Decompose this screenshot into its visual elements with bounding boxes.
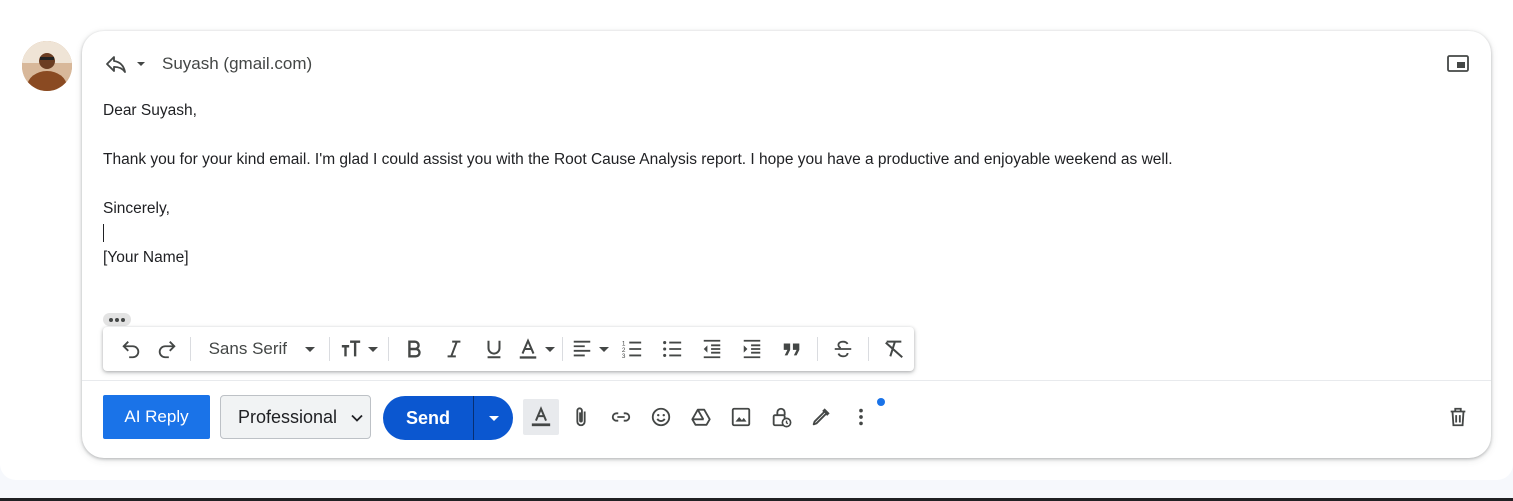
body-line: [103, 173, 1463, 198]
clear-formatting-icon: [885, 340, 904, 359]
reply-icon[interactable]: [104, 52, 128, 76]
signature-icon: [812, 408, 830, 426]
drive-icon: [691, 408, 711, 426]
chevron-down-icon: [488, 416, 499, 421]
align-icon: [574, 340, 591, 357]
indent-more-button[interactable]: [732, 333, 772, 365]
numbered-list-icon: 123: [622, 340, 642, 360]
undo-icon: [122, 341, 140, 359]
avatar: [22, 41, 72, 91]
bulleted-list-button[interactable]: [652, 333, 692, 365]
body-line: Sincerely,: [103, 200, 170, 217]
send-options-button[interactable]: [474, 396, 513, 440]
body-line-cursor: [103, 222, 1463, 247]
toolbar-separator: [868, 337, 870, 361]
quote-icon: [783, 343, 800, 356]
chevron-down-icon: [599, 346, 610, 352]
trash-icon[interactable]: [1447, 406, 1469, 428]
text-size-icon: [341, 340, 360, 357]
align-button[interactable]: [568, 333, 612, 365]
strikethrough-button[interactable]: [823, 333, 863, 365]
indent-less-icon: [704, 339, 721, 359]
insert-link-button[interactable]: [603, 399, 639, 435]
toolbar-divider: [82, 380, 1491, 381]
insert-photo-button[interactable]: [723, 399, 759, 435]
strikethrough-icon: [834, 340, 852, 358]
insert-signature-button[interactable]: [803, 399, 839, 435]
body-line: [Your Name]: [103, 249, 189, 266]
indent-more-icon: [743, 339, 761, 359]
recipient-label[interactable]: Suyash (gmail.com): [162, 54, 312, 74]
photo-icon: [731, 407, 751, 427]
text-color-button[interactable]: [514, 333, 558, 365]
ai-reply-button[interactable]: AI Reply: [103, 395, 210, 439]
message-body[interactable]: Dear Suyash, Thank you for your kind ema…: [103, 99, 1463, 271]
body-line: [103, 124, 1463, 149]
reply-header: Suyash (gmail.com): [104, 52, 312, 76]
italic-icon: [447, 340, 461, 358]
toolbar-separator: [562, 337, 564, 361]
insert-emoji-button[interactable]: [643, 399, 679, 435]
text-size-button[interactable]: [335, 333, 383, 365]
formatting-options-icon: [531, 406, 551, 427]
chevron-down-icon: [305, 346, 316, 352]
insert-drive-file-button[interactable]: [683, 399, 719, 435]
show-trimmed-content-button[interactable]: [103, 313, 131, 326]
link-icon: [611, 412, 631, 422]
redo-icon: [158, 341, 176, 359]
bold-icon: [407, 340, 421, 358]
reply-type-dropdown-icon[interactable]: [134, 57, 148, 71]
notification-dot: [877, 398, 885, 406]
more-options-icon: [859, 408, 863, 426]
text-color-icon: [519, 338, 536, 359]
quote-button[interactable]: [772, 333, 812, 365]
send-button[interactable]: Send: [383, 396, 473, 440]
toolbar-separator: [328, 337, 330, 361]
body-line: Dear Suyash,: [103, 102, 197, 119]
indent-less-button[interactable]: [692, 333, 732, 365]
confidential-icon: [772, 407, 792, 428]
underline-icon: [487, 340, 501, 359]
italic-button[interactable]: [434, 333, 474, 365]
emoji-icon: [651, 407, 671, 427]
attach-icon: [576, 407, 586, 427]
undo-button[interactable]: [113, 333, 149, 365]
compose-actions-toolbar: [523, 398, 885, 435]
chevron-down-icon: [351, 414, 363, 422]
more-options-button[interactable]: [843, 398, 885, 435]
confidential-mode-button[interactable]: [763, 399, 799, 435]
tone-select[interactable]: Professional: [220, 395, 371, 439]
toolbar-separator: [817, 337, 819, 361]
attach-files-button[interactable]: [563, 399, 599, 435]
clear-formatting-button[interactable]: [874, 333, 914, 365]
svg-text:3: 3: [622, 353, 626, 360]
toolbar-separator: [387, 337, 389, 361]
popout-icon[interactable]: [1447, 54, 1469, 74]
reply-compose-card: Suyash (gmail.com) Dear Suyash, Thank yo…: [82, 31, 1491, 458]
font-family-label: Sans Serif: [208, 339, 288, 358]
redo-button[interactable]: [149, 333, 185, 365]
text-cursor: [103, 224, 104, 243]
send-button-group: Send: [383, 396, 513, 440]
formatting-options-button[interactable]: [523, 399, 559, 435]
chevron-down-icon: [367, 346, 378, 352]
bulleted-list-icon: [663, 341, 682, 357]
toolbar-separator: [189, 337, 191, 361]
numbered-list-button[interactable]: 123: [612, 333, 652, 365]
tone-selected-label: Professional: [238, 406, 338, 427]
underline-button[interactable]: [474, 333, 514, 365]
body-line: Thank you for your kind email. I'm glad …: [103, 151, 1173, 168]
chevron-down-icon: [544, 346, 555, 352]
formatting-toolbar: Sans Serif 123: [103, 327, 914, 371]
font-family-select[interactable]: Sans Serif: [196, 333, 324, 365]
bold-button[interactable]: [394, 333, 434, 365]
